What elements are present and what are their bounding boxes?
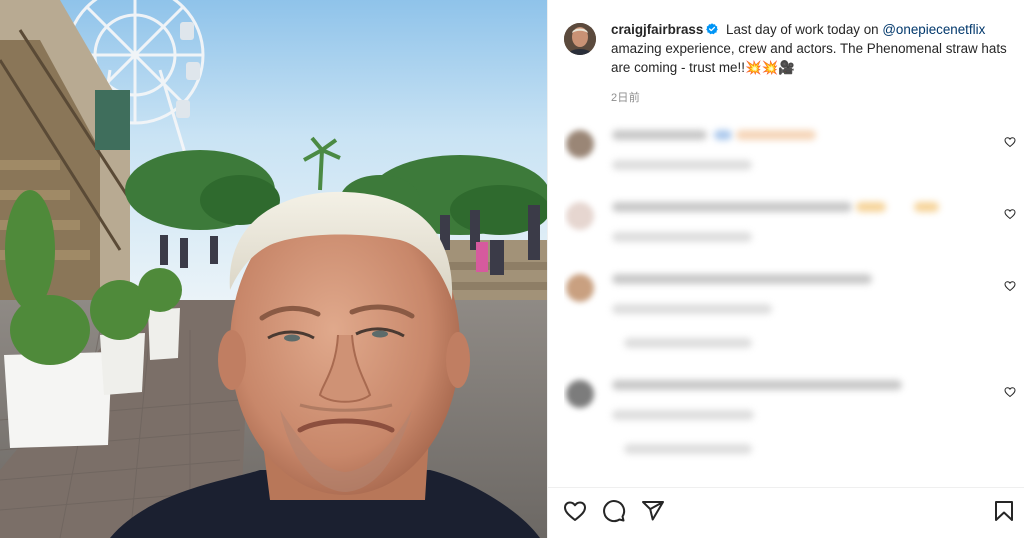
avatar[interactable] bbox=[566, 202, 594, 230]
verified-badge-icon bbox=[706, 23, 719, 35]
post-actions bbox=[548, 497, 1024, 527]
list-item bbox=[564, 368, 1024, 474]
selfie-image bbox=[0, 0, 547, 538]
instagram-post-view: craigjfairbrass Last day of work today o… bbox=[0, 0, 1024, 538]
mention-link[interactable]: @onepiecenetflix bbox=[882, 22, 985, 37]
post-photo[interactable] bbox=[0, 0, 547, 538]
caption-text-part2: amazing experience, crew and actors. The… bbox=[611, 41, 1007, 75]
share-icon[interactable] bbox=[641, 499, 665, 523]
avatar[interactable] bbox=[566, 380, 594, 408]
heart-icon[interactable] bbox=[1004, 208, 1016, 220]
caption-text: craigjfairbrass Last day of work today o… bbox=[611, 20, 1010, 108]
heart-icon[interactable] bbox=[563, 499, 587, 523]
list-item bbox=[564, 262, 1024, 368]
post-caption: craigjfairbrass Last day of work today o… bbox=[564, 20, 1010, 108]
heart-icon[interactable] bbox=[1004, 136, 1016, 148]
avatar[interactable] bbox=[566, 130, 594, 158]
divider bbox=[548, 487, 1024, 488]
heart-icon[interactable] bbox=[1004, 280, 1016, 292]
heart-icon[interactable] bbox=[1004, 386, 1016, 398]
comment-icon[interactable] bbox=[602, 499, 626, 523]
post-username[interactable]: craigjfairbrass bbox=[611, 22, 703, 37]
bookmark-icon[interactable] bbox=[992, 499, 1016, 523]
post-timestamp[interactable]: 2日前 bbox=[611, 89, 1010, 108]
post-sidebar: craigjfairbrass Last day of work today o… bbox=[547, 0, 1024, 538]
caption-text-part1: Last day of work today on bbox=[722, 22, 883, 37]
avatar[interactable] bbox=[566, 274, 594, 302]
list-item bbox=[564, 190, 1024, 262]
list-item bbox=[564, 118, 1024, 190]
comments-list bbox=[564, 118, 1024, 486]
avatar[interactable] bbox=[564, 23, 596, 55]
